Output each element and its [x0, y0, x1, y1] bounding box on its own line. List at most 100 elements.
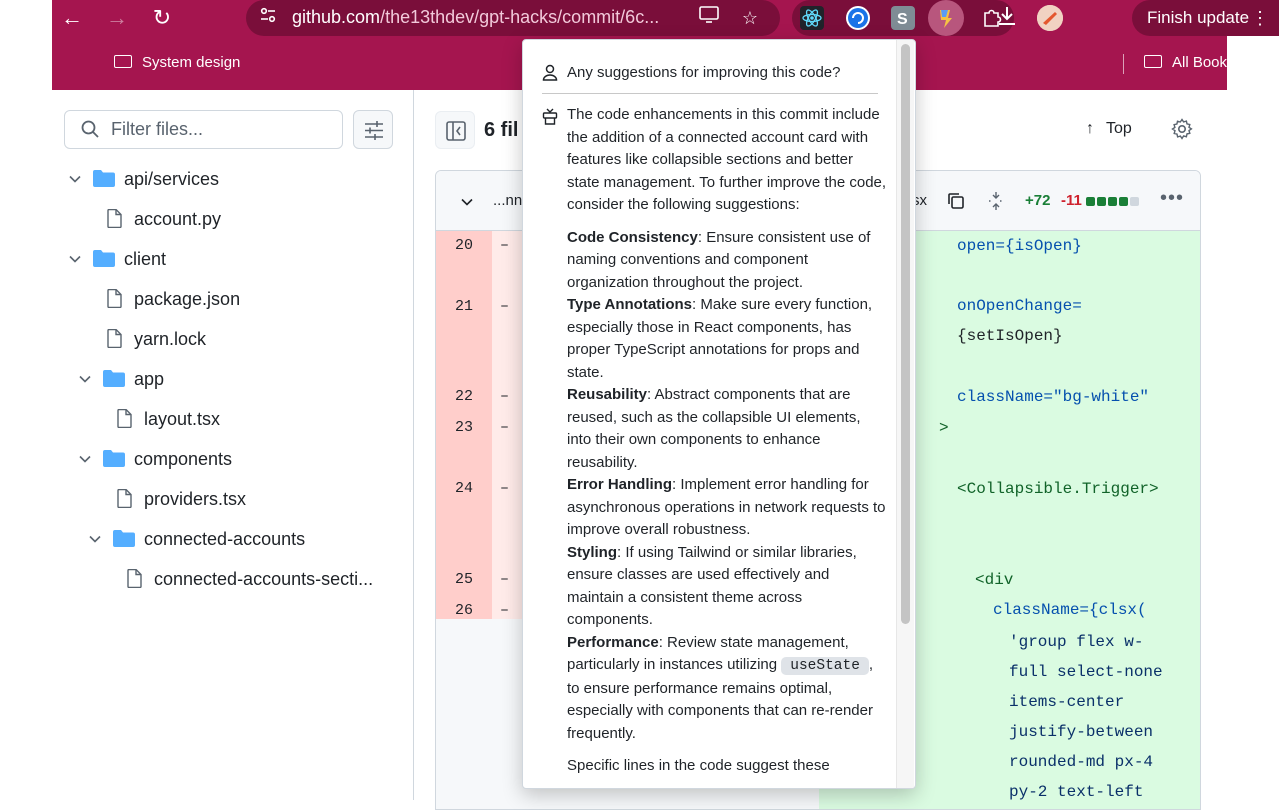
deleted-line-number[interactable]: 25 [436, 571, 492, 588]
url-text: github.com/the13thdev/gpt-hacks/commit/6… [292, 7, 659, 28]
tree-file[interactable]: package.json [0, 281, 400, 317]
chevron-down-icon[interactable] [68, 252, 82, 266]
chevron-down-icon[interactable] [78, 452, 92, 466]
site-settings-icon[interactable] [256, 6, 280, 30]
download-icon[interactable] [993, 5, 1021, 33]
tree-folder[interactable]: client [0, 241, 400, 277]
tree-item-label: providers.tsx [144, 489, 247, 509]
page-left-margin [0, 0, 52, 800]
deleted-line-number[interactable]: 21 [436, 298, 492, 315]
suggestion-title: Styling [567, 543, 618, 561]
url-path: /the13thdev/gpt-hacks/commit/6c... [380, 7, 660, 27]
folder-icon [93, 170, 115, 187]
added-code-line: full select-none [1009, 663, 1163, 681]
folder-icon [1144, 55, 1162, 68]
finish-update-label: Finish update [1147, 8, 1250, 27]
chevron-down-icon[interactable] [88, 532, 102, 546]
filter-files-box[interactable] [64, 110, 343, 149]
deleted-line-number[interactable]: 26 [436, 602, 492, 619]
tree-folder[interactable]: app [0, 361, 400, 397]
user-icon [542, 64, 558, 81]
suggestion-list: Code Consistency: Ensure consistent use … [567, 227, 887, 632]
suggestion-title: Error Handling [567, 476, 673, 493]
tree-item-label: package.json [134, 289, 241, 309]
files-changed-count: 6 fil [484, 119, 519, 141]
chevron-down-icon[interactable] [460, 195, 474, 209]
expand-all-icon[interactable] [986, 191, 1006, 211]
filter-options-button[interactable] [353, 110, 393, 149]
react-devtools-icon[interactable] [800, 6, 824, 30]
file-icon [107, 289, 122, 308]
bookmarks-separator [1123, 54, 1124, 74]
bookmark-all-bookmarks[interactable]: All Bookmarks [1144, 54, 1268, 71]
chevron-down-icon[interactable] [68, 172, 82, 186]
folder-icon [114, 55, 132, 68]
tree-folder[interactable]: components [0, 441, 400, 477]
diffstat-add-box [1097, 197, 1106, 206]
chevron-down-icon[interactable] [78, 372, 92, 386]
deleted-line-marker: – [500, 388, 510, 405]
gear-icon[interactable] [1170, 117, 1194, 141]
deleted-line-marker: – [500, 571, 510, 588]
tree-folder[interactable]: connected-accounts [0, 521, 400, 557]
forward-arrow-icon[interactable]: → [103, 4, 131, 32]
reload-icon[interactable]: ↻ [148, 4, 176, 32]
diffstat-add-box [1086, 197, 1095, 206]
bookmark-star-icon[interactable]: ☆ [737, 5, 763, 31]
browser-menu-icon[interactable]: ⋮ [1251, 0, 1269, 36]
added-code-line: justify-between [1009, 723, 1154, 741]
filter-files-input[interactable] [111, 119, 331, 140]
popup-separator [542, 93, 878, 94]
deleted-line-marker: – [500, 237, 510, 254]
top-link[interactable]: ↑ Top [1086, 120, 1132, 138]
suggestion-title: Reusability [567, 386, 648, 403]
extension-s-icon[interactable]: S [891, 6, 915, 30]
tree-file[interactable]: providers.tsx [0, 481, 400, 517]
bookmark-system-design-label: System design [142, 54, 241, 71]
suggestion-item: Type Annotations: Make sure every functi… [567, 294, 887, 384]
deleted-line-number[interactable]: 24 [436, 480, 492, 497]
added-code-line: items-center [1009, 693, 1125, 711]
diff-file-name[interactable]: ...nn [493, 192, 522, 209]
sliders-icon [365, 121, 383, 140]
tree-item-label: connected-accounts [144, 529, 306, 549]
back-arrow-icon[interactable]: ← [58, 4, 86, 32]
search-icon [81, 120, 99, 138]
bookmark-system-design[interactable]: System design [114, 54, 240, 71]
tree-file[interactable]: account.py [0, 201, 400, 237]
deleted-line-number[interactable]: 23 [436, 419, 492, 436]
tree-item-label: account.py [134, 209, 222, 229]
file-icon [107, 209, 122, 228]
deleted-line-marker: – [500, 602, 510, 619]
popup-scrollbar-thumb[interactable] [901, 44, 910, 624]
address-bar[interactable]: github.com/the13thdev/gpt-hacks/commit/6… [246, 0, 780, 36]
ai-suggestions-popup: Any suggestions for improving this code?… [522, 39, 916, 789]
added-code-line: py-2 text-left [1009, 783, 1144, 801]
added-code-line: <Collapsible.Trigger> [957, 480, 1159, 498]
gpt-extension-icon[interactable] [928, 0, 964, 36]
folder-icon [113, 530, 135, 547]
deleted-line-number[interactable]: 22 [436, 388, 492, 405]
deleted-line-number[interactable]: 20 [436, 237, 492, 254]
assistant-icon [542, 108, 558, 125]
arrow-up-icon: ↑ [1086, 120, 1094, 137]
tree-file[interactable]: connected-accounts-secti... [0, 561, 400, 597]
tree-folder[interactable]: api/services [0, 161, 400, 197]
popup-scrollbar[interactable] [896, 40, 914, 788]
profile-avatar[interactable] [1037, 5, 1063, 31]
more-options-icon[interactable]: ••• [1160, 187, 1184, 210]
suggestion-item: Code Consistency: Ensure consistent use … [567, 227, 887, 295]
added-code-line: className={clsx( [993, 601, 1147, 619]
tree-item-label: components [134, 449, 233, 469]
tree-item-label: app [134, 369, 165, 389]
install-app-icon[interactable] [696, 5, 722, 31]
page-right-margin [1227, 0, 1280, 800]
collapse-file-tree-button[interactable] [435, 111, 475, 149]
tree-file[interactable]: layout.tsx [0, 401, 400, 437]
copy-icon[interactable] [946, 191, 966, 211]
inline-code-usestate: useState [781, 657, 869, 675]
extension-circle-icon[interactable] [846, 6, 870, 30]
panel-divider[interactable] [413, 90, 414, 800]
tree-file[interactable]: yarn.lock [0, 321, 400, 357]
finish-update-button[interactable]: Finish update ⋮ [1132, 0, 1279, 36]
